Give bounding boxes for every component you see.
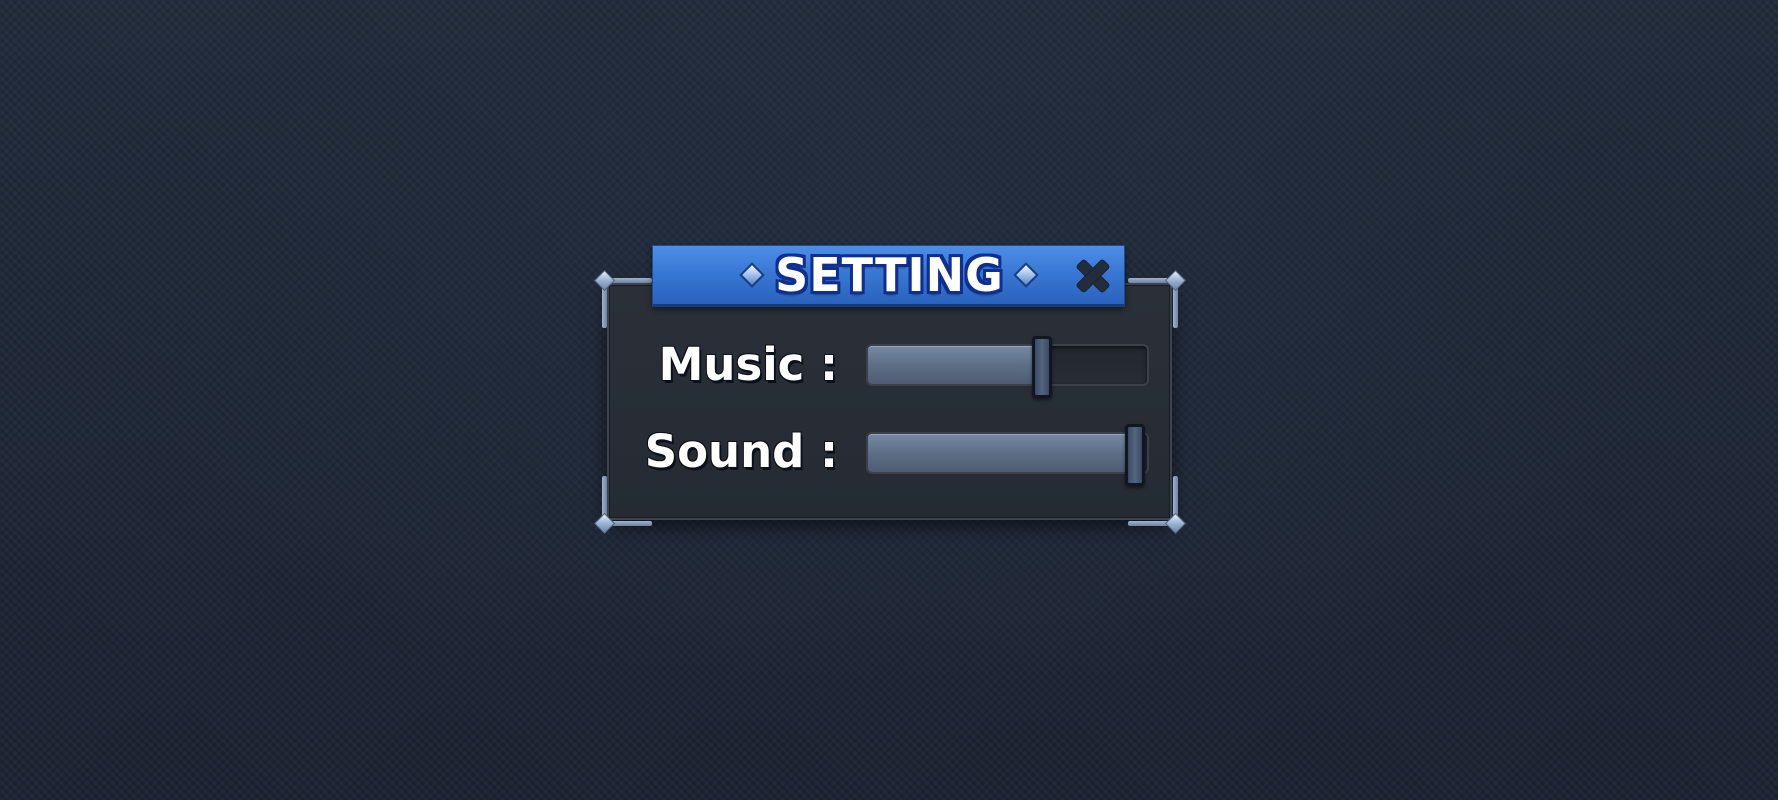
title-banner: SETTING [652,245,1125,307]
diamond-icon [1164,269,1187,292]
corner-ornament-bottom-right [1128,476,1187,535]
diamond-icon [593,512,616,535]
music-slider[interactable] [866,336,1149,398]
diamond-icon [593,269,616,292]
sound-slider-handle[interactable] [1125,424,1145,486]
music-slider-fill [868,346,1042,384]
sound-slider[interactable] [866,424,1149,486]
corner-ornament-top-left [593,269,652,328]
sound-label: Sound : [644,425,838,478]
settings-dialog [607,283,1172,520]
dialog-title: SETTING [775,248,1004,302]
close-button[interactable] [1071,254,1115,298]
corner-ornament-top-right [1128,269,1187,328]
diamond-icon [1164,512,1187,535]
music-slider-handle[interactable] [1032,336,1052,398]
corner-ornament-bottom-left [593,476,652,535]
sound-slider-fill [868,434,1135,472]
music-label: Music : [658,338,838,391]
